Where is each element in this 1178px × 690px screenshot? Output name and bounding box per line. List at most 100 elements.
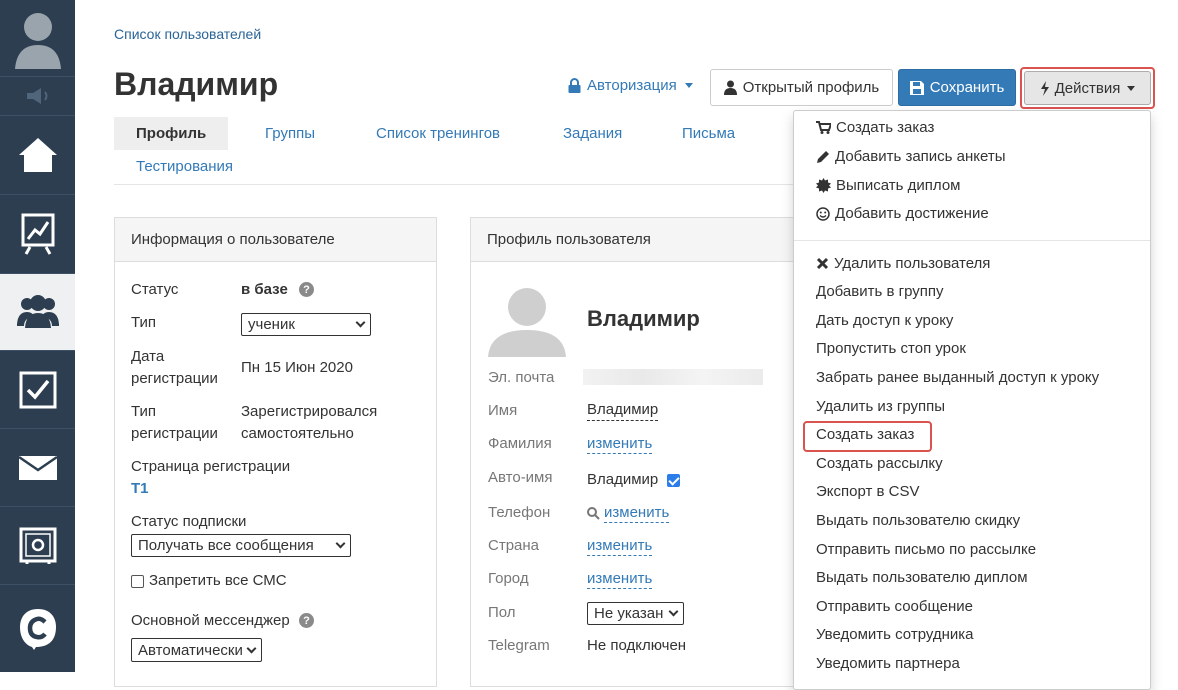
reg-page-link[interactable]: Т1 [131,478,149,500]
save-button[interactable]: Сохранить [898,69,1016,106]
sidebar [0,0,75,672]
sms-checkbox[interactable] [131,574,144,588]
telegram-value: Не подключен [587,637,687,654]
menu-item-send-mailing-letter[interactable]: Отправить письмо по рассылке [816,541,1036,558]
gender-select-value: Не указан [594,605,664,622]
page-title: Владимир [114,66,279,102]
home-icon[interactable] [0,116,75,195]
type-select-value: ученик [248,316,295,333]
auth-dropdown[interactable]: Авторизация [568,77,693,94]
profile-avatar [488,282,566,360]
reg-type-value: Зарегистрировался [241,403,378,420]
email-label: Эл. почта [488,369,555,386]
chevron-down-icon [335,538,346,549]
logo-icon[interactable] [0,585,75,672]
telegram-label: Telegram [488,637,550,654]
actions-dropdown-menu: Создать заказ Добавить запись анкеты Вып… [793,110,1151,690]
menu-item-add-achievement[interactable]: Добавить достижение [816,205,989,222]
phone-label: Телефон [488,504,551,521]
tabs-divider [114,184,794,185]
tab-trainings[interactable]: Список тренингов [376,117,500,150]
reg-page-label: Страница регистрации [131,458,291,475]
menu-item-notify-employee[interactable]: Уведомить сотрудника [816,626,974,643]
first-name-value[interactable]: Владимир [587,400,659,421]
reg-type-value-2: самостоятельно [241,425,354,442]
gender-label: Пол [488,604,516,621]
chart-icon[interactable] [0,195,75,274]
auto-name-value: Владимир [587,471,659,488]
sms-checkbox-row[interactable]: Запретить все СМС [131,570,287,592]
phone-change[interactable]: изменить [587,503,670,523]
subscription-select[interactable]: Получать все сообщения [131,534,351,557]
smile-icon [816,206,830,221]
type-select[interactable]: ученик [241,313,371,336]
last-name-label: Фамилия [488,435,552,452]
messenger-select[interactable]: Автоматически [131,638,262,662]
bolt-icon [1040,80,1049,96]
messenger-label: Основной мессенджер [131,612,290,629]
reg-date-value: Пн 15 Июн 2020 [241,359,353,376]
help-icon[interactable]: ? [299,613,314,628]
speaker-icon[interactable] [0,77,75,116]
auto-name-checkbox[interactable] [667,473,680,487]
mail-icon[interactable] [0,429,75,507]
user-icon [723,80,737,95]
chevron-down-icon [355,317,366,328]
chevron-down-icon [246,643,257,653]
tab-testing[interactable]: Тестирования [136,150,233,183]
menu-item-send-message[interactable]: Отправить сообщение [816,598,973,615]
user-info-heading: Информация о пользователе [115,218,436,262]
reg-type-label: Тип [131,403,157,420]
breadcrumb[interactable]: Список пользователей [114,26,261,42]
tasks-icon[interactable] [0,351,75,429]
users-icon[interactable] [0,274,75,351]
city-change-link[interactable]: изменить [587,569,653,589]
menu-item-remove-from-group[interactable]: Удалить из группы [816,398,945,415]
tab-profile[interactable]: Профиль [114,117,229,150]
city-label: Город [488,570,529,587]
country-change-link[interactable]: изменить [587,536,653,556]
status-value: в базе [241,281,288,298]
menu-item-grant-lesson[interactable]: Дать доступ к уроку [816,312,953,329]
open-profile-button[interactable]: Открытый профиль [710,69,893,106]
help-icon[interactable]: ? [299,282,314,297]
menu-item-delete-user[interactable]: Удалить пользователя [816,255,990,272]
sms-label: Запретить все СМС [149,572,287,589]
menu-item-export-csv[interactable]: Экспорт в CSV [816,483,920,500]
menu-item-create-mailing[interactable]: Создать рассылку [816,455,943,472]
menu-item-revoke-lesson[interactable]: Забрать ранее выданный доступ к уроку [816,369,1099,386]
first-name-label: Имя [488,402,518,419]
tab-tasks[interactable]: Задания [563,117,622,150]
safe-icon[interactable] [0,507,75,585]
reg-date-label: Дата [131,348,165,365]
chevron-down-icon [668,606,679,617]
actions-label: Действия [1054,79,1121,97]
menu-item-skip-stop-lesson[interactable]: Пропустить стоп урок [816,340,966,357]
messenger-select-value: Автоматически [138,641,243,659]
last-name-change-link[interactable]: изменить [587,434,653,454]
pencil-icon [817,150,829,163]
menu-item-notify-partner[interactable]: Уведомить партнера [816,655,960,672]
subscription-label: Статус подписки [131,513,247,530]
floppy-icon [909,80,924,95]
open-profile-label: Открытый профиль [742,79,880,96]
menu-item-label: Создать заказ [836,119,935,136]
gender-select[interactable]: Не указан [587,602,684,625]
menu-item-add-survey[interactable]: Добавить запись анкеты [816,148,1006,165]
menu-item-label: Удалить пользователя [834,255,991,272]
actions-button[interactable]: Действия [1020,67,1155,109]
subscription-select-value: Получать все сообщения [138,537,314,554]
menu-item-create-order-top[interactable]: Создать заказ [816,119,934,136]
reg-date-label-2: регистрации [131,370,218,387]
phone-change-link[interactable]: изменить [604,503,670,523]
lock-icon [568,78,581,93]
menu-item-create-order[interactable]: Создать заказ [816,426,914,443]
menu-item-add-to-group[interactable]: Добавить в группу [816,283,944,300]
tab-groups[interactable]: Группы [265,117,315,150]
tab-letters[interactable]: Письма [682,117,735,150]
menu-item-issue-diploma[interactable]: Выписать диплом [816,177,960,194]
reg-type-label-2: регистрации [131,425,218,442]
menu-item-give-diploma[interactable]: Выдать пользователю диплом [816,569,1028,586]
menu-item-give-discount[interactable]: Выдать пользователю скидку [816,512,1020,529]
avatar-icon[interactable] [0,0,75,77]
